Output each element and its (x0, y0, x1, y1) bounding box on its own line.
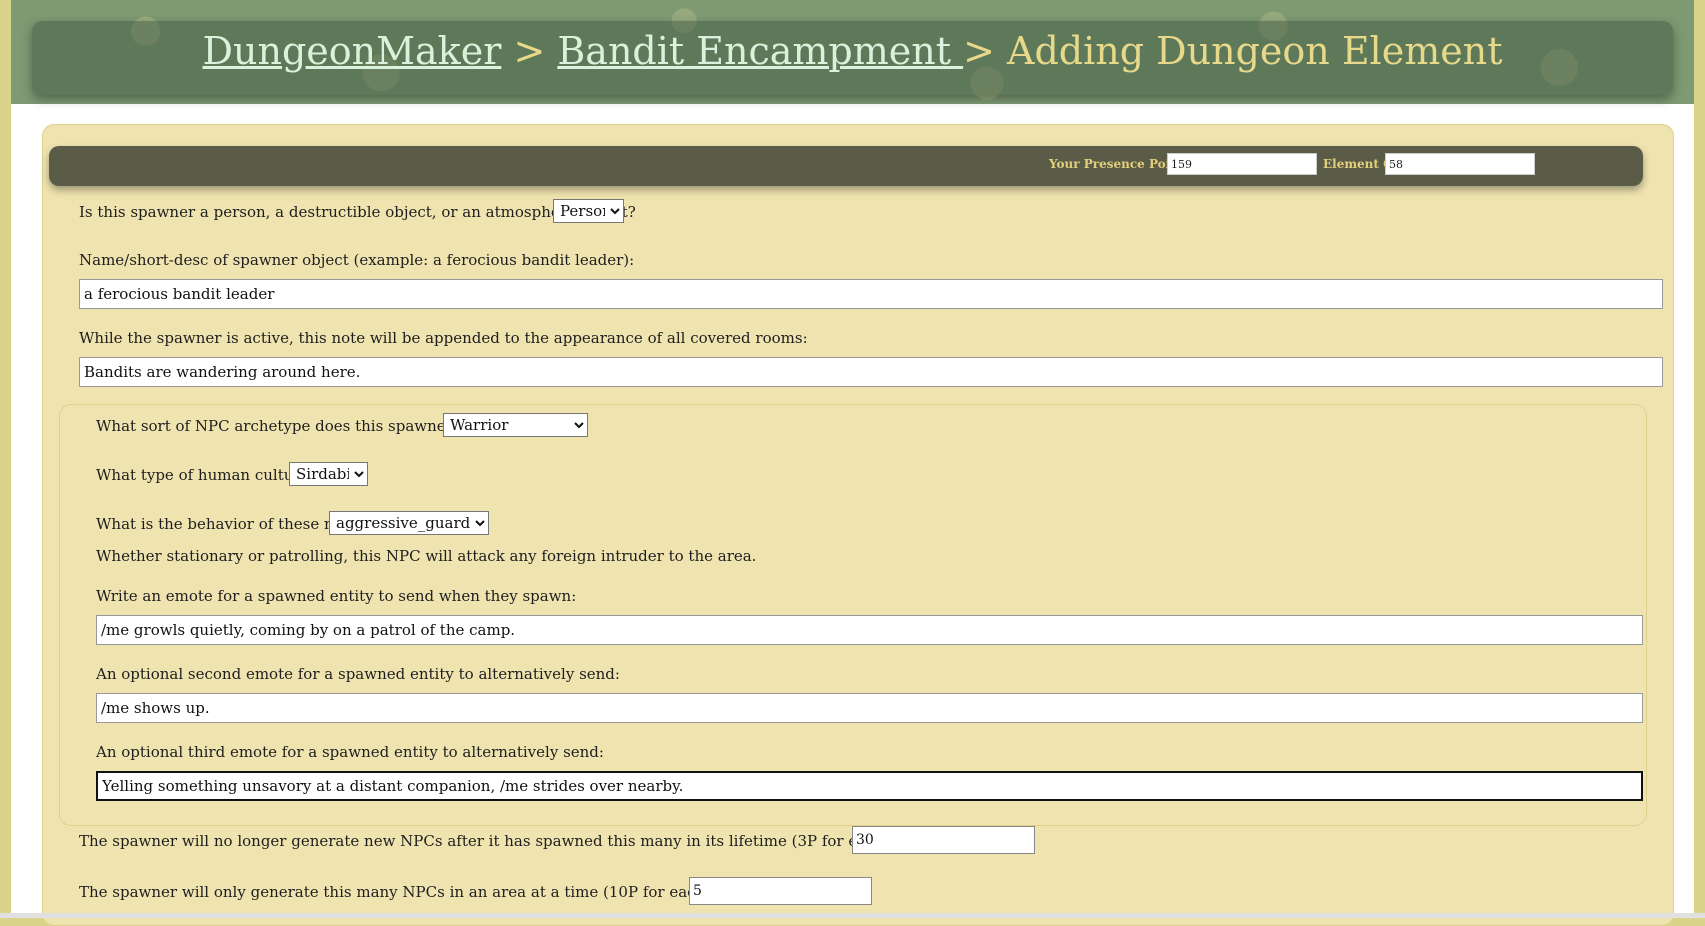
emote2-input[interactable] (96, 693, 1643, 723)
points-bar: Your Presence Points: Element Cost: (49, 146, 1643, 186)
page-title: Adding Dungeon Element (1007, 29, 1503, 73)
emote3-input[interactable] (96, 771, 1643, 801)
element-cost-field[interactable] (1385, 153, 1535, 175)
culture-label: What type of human culture? (96, 466, 318, 484)
breadcrumb: DungeonMaker > Bandit Encampment > Addin… (32, 21, 1673, 95)
spawner-name-input[interactable] (79, 279, 1663, 309)
breadcrumb-dungeon-link[interactable]: Bandit Encampment (557, 29, 963, 73)
header-banner: DungeonMaker > Bandit Encampment > Addin… (11, 0, 1694, 104)
emote1-input[interactable] (96, 615, 1643, 645)
page: DungeonMaker > Bandit Encampment > Addin… (11, 0, 1694, 926)
concurrent-limit-input[interactable] (689, 877, 872, 905)
archetype-select[interactable]: Warrior (443, 413, 588, 437)
page-bottom-edge (0, 913, 1705, 918)
emote3-label: An optional third emote for a spawned en… (96, 743, 604, 761)
emote1-label: Write an emote for a spawned entity to s… (96, 587, 577, 605)
npc-settings-section: What sort of NPC archetype does this spa… (59, 404, 1647, 826)
room-note-label: While the spawner is active, this note w… (79, 329, 808, 347)
breadcrumb-separator: > (963, 29, 1008, 73)
room-note-input[interactable] (79, 357, 1663, 387)
breadcrumb-dungeonmaker-link[interactable]: DungeonMaker (203, 29, 502, 73)
culture-select[interactable]: Sirdabi (289, 462, 368, 486)
spawner-name-label: Name/short-desc of spawner object (examp… (79, 251, 635, 269)
presence-points-field[interactable] (1167, 153, 1317, 175)
lifetime-limit-input[interactable] (852, 826, 1035, 854)
spawner-kind-select[interactable]: Person (553, 199, 624, 223)
emote2-label: An optional second emote for a spawned e… (96, 665, 620, 683)
behavior-select[interactable]: aggressive_guardian (329, 511, 489, 535)
breadcrumb-separator: > (501, 29, 558, 73)
element-form-panel: Your Presence Points: Element Cost: Is t… (42, 124, 1674, 926)
behavior-description: Whether stationary or patrolling, this N… (96, 547, 757, 565)
